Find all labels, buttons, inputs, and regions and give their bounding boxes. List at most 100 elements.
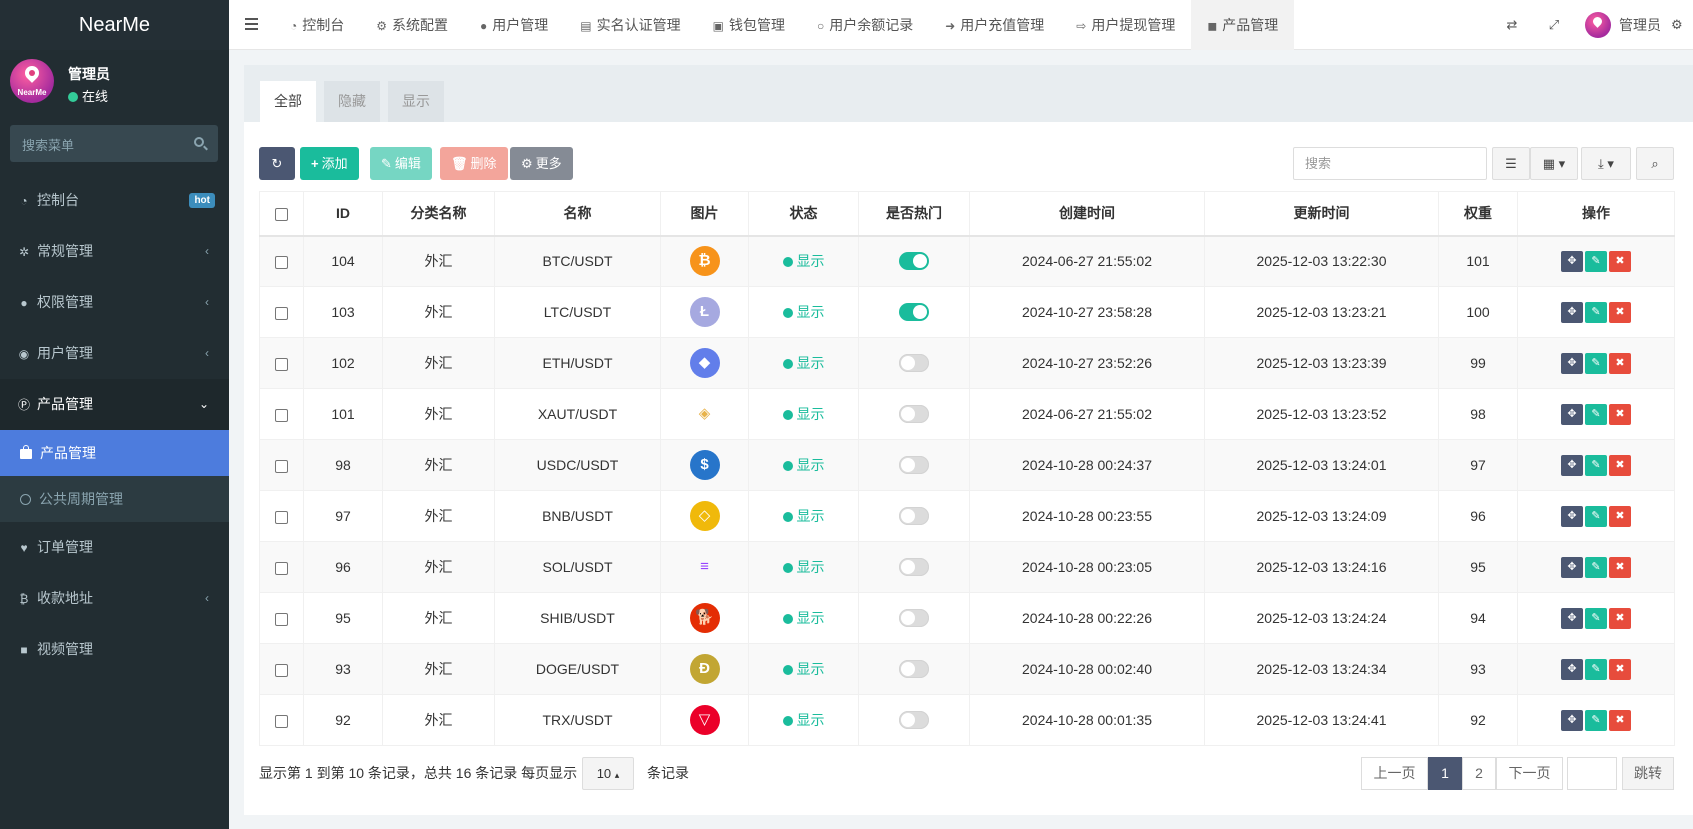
submenu-item-product-management[interactable]: 产品管理 xyxy=(0,430,229,476)
column-header[interactable]: 图片 xyxy=(660,191,749,237)
sidebar-item-videos[interactable]: ■ 视频管理 xyxy=(0,624,229,675)
row-checkbox[interactable] xyxy=(275,357,288,371)
next-page-button[interactable]: 下一页 xyxy=(1496,757,1563,790)
app-logo[interactable]: NearMe xyxy=(0,0,229,50)
column-header[interactable]: 状态 xyxy=(748,191,859,237)
columns-button[interactable]: ▦ ▾ xyxy=(1530,147,1578,180)
sidebar-item-addresses[interactable]: ₿ 收款地址 ‹ xyxy=(0,573,229,624)
column-header[interactable]: 创建时间 xyxy=(969,191,1205,237)
row-delete-button[interactable]: ✖ xyxy=(1609,658,1631,680)
table-row[interactable]: 93 外汇 DOGE/USDT Ð 显示 2024-10-28 00:02:40 2025-… xyxy=(259,643,1675,695)
row-delete-button[interactable]: ✖ xyxy=(1609,352,1631,374)
sidebar-item-general[interactable]: ✲ 常规管理 ‹ xyxy=(0,226,229,277)
toggle-view-button[interactable]: ☰ xyxy=(1492,147,1530,180)
jump-page-input[interactable] xyxy=(1567,757,1617,790)
row-delete-button[interactable]: ✖ xyxy=(1609,454,1631,476)
status-badge[interactable]: 显示 xyxy=(782,661,825,677)
tab-users[interactable]: ● 用户管理 xyxy=(464,0,564,50)
row-edit-button[interactable]: ✎ xyxy=(1585,709,1607,731)
drag-sort-button[interactable]: ✥ xyxy=(1561,301,1583,323)
tab-products[interactable]: ◼ 产品管理 xyxy=(1191,0,1295,50)
hot-toggle[interactable] xyxy=(899,354,929,373)
more-button[interactable]: ⚙ 更多 xyxy=(510,147,573,180)
row-edit-button[interactable]: ✎ xyxy=(1585,352,1607,374)
tab-recharge[interactable]: ➜ 用户充值管理 xyxy=(929,0,1060,50)
row-checkbox[interactable] xyxy=(275,510,288,524)
hot-toggle[interactable] xyxy=(899,303,929,322)
drag-sort-button[interactable]: ✥ xyxy=(1561,658,1583,680)
select-all-checkbox[interactable] xyxy=(275,208,288,222)
row-edit-button[interactable]: ✎ xyxy=(1585,454,1607,476)
hot-toggle[interactable] xyxy=(899,456,929,475)
bnb-coin-icon[interactable]: ◇ xyxy=(689,501,720,531)
status-badge[interactable]: 显示 xyxy=(782,508,825,524)
row-delete-button[interactable]: ✖ xyxy=(1609,607,1631,629)
row-edit-button[interactable]: ✎ xyxy=(1585,607,1607,629)
sidebar-item-dashboard[interactable]: ◔ 控制台 hot xyxy=(0,175,229,226)
drag-sort-button[interactable]: ✥ xyxy=(1561,505,1583,527)
sidebar-search-input[interactable]: 搜索菜单 xyxy=(10,125,218,162)
status-badge[interactable]: 显示 xyxy=(782,712,825,728)
status-badge[interactable]: 显示 xyxy=(782,406,825,422)
prev-page-button[interactable]: 上一页 xyxy=(1361,757,1428,790)
row-edit-button[interactable]: ✎ xyxy=(1585,658,1607,680)
hot-toggle[interactable] xyxy=(899,405,929,424)
column-header[interactable]: 分类名称 xyxy=(382,191,495,237)
sidebar-item-orders[interactable]: ♥ 订单管理 xyxy=(0,522,229,573)
tab-dashboard[interactable]: ◔ 控制台 xyxy=(274,0,360,50)
search-button[interactable]: ⌕ xyxy=(1636,147,1674,180)
row-edit-button[interactable]: ✎ xyxy=(1585,301,1607,323)
row-checkbox[interactable] xyxy=(275,459,288,473)
status-badge[interactable]: 显示 xyxy=(782,457,825,473)
status-badge[interactable]: 显示 xyxy=(782,304,825,320)
menu-toggle-icon[interactable] xyxy=(245,18,258,20)
tab-verification[interactable]: ▤ 实名认证管理 xyxy=(564,0,696,50)
row-checkbox[interactable] xyxy=(275,306,288,320)
tab-withdraw[interactable]: ⇨ 用户提现管理 xyxy=(1060,0,1191,50)
hot-toggle[interactable] xyxy=(899,507,929,526)
btc-coin-icon[interactable]: ₿ xyxy=(689,246,720,277)
page-size-select[interactable]: 10 ▴ xyxy=(582,757,634,790)
status-badge[interactable]: 显示 xyxy=(782,559,825,575)
table-row[interactable]: 98 外汇 USDC/USDT $ 显示 2024-10-28 00:24:37 2025-… xyxy=(259,439,1675,491)
hot-toggle[interactable] xyxy=(899,660,929,679)
row-delete-button[interactable]: ✖ xyxy=(1609,556,1631,578)
drag-sort-button[interactable]: ✥ xyxy=(1561,454,1583,476)
sidebar-item-permissions[interactable]: ● 权限管理 ‹ xyxy=(0,277,229,328)
drag-sort-button[interactable]: ✥ xyxy=(1561,556,1583,578)
translate-icon[interactable]: ⇄ xyxy=(1491,17,1533,33)
drag-sort-button[interactable]: ✥ xyxy=(1561,352,1583,374)
admin-menu[interactable]: 管理员 xyxy=(1575,12,1671,38)
row-delete-button[interactable]: ✖ xyxy=(1609,505,1631,527)
xaut-coin-icon[interactable]: ◈ xyxy=(690,399,720,429)
status-badge[interactable]: 显示 xyxy=(782,253,825,269)
page-2-button[interactable]: 2 xyxy=(1462,757,1496,790)
drag-sort-button[interactable]: ✥ xyxy=(1561,607,1583,629)
tab-system-config[interactable]: ⚙ 系统配置 xyxy=(360,0,464,50)
column-header[interactable]: ID xyxy=(303,191,383,237)
table-row[interactable]: 96 外汇 SOL/USDT ≡ 显示 2024-10-28 00:23:05 2025-1… xyxy=(259,541,1675,593)
drag-sort-button[interactable]: ✥ xyxy=(1561,250,1583,272)
trx-coin-icon[interactable]: ▽ xyxy=(689,705,720,735)
row-delete-button[interactable]: ✖ xyxy=(1609,709,1631,731)
submenu-item-cycle-management[interactable]: 公共周期管理 xyxy=(0,476,229,522)
settings-icon[interactable]: ⚙ xyxy=(1671,17,1693,33)
eth-coin-icon[interactable]: ◆ xyxy=(689,348,720,378)
page-1-button[interactable]: 1 xyxy=(1428,757,1462,790)
table-search-input[interactable]: 搜索 xyxy=(1293,147,1487,180)
table-row[interactable]: 92 外汇 TRX/USDT ▽ 显示 2024-10-28 00:01:35 2025-1… xyxy=(259,694,1675,746)
table-row[interactable]: 97 外汇 BNB/USDT ◇ 显示 2024-10-28 00:23:55 2025-1… xyxy=(259,490,1675,542)
sidebar-item-users[interactable]: ◉ 用户管理 ‹ xyxy=(0,328,229,379)
search-icon[interactable] xyxy=(194,137,204,147)
table-row[interactable]: 103 外汇 LTC/USDT Ł 显示 2024-10-27 23:58:28 2025-… xyxy=(259,286,1675,338)
row-checkbox[interactable] xyxy=(275,663,288,677)
column-header[interactable]: 是否热门 xyxy=(858,191,970,237)
jump-button[interactable]: 跳转 xyxy=(1622,757,1674,790)
column-header[interactable]: 权重 xyxy=(1438,191,1518,237)
tab-shown[interactable]: 显示 xyxy=(388,81,444,122)
export-button[interactable]: ⤓ ▾ xyxy=(1581,147,1631,180)
sidebar-item-products[interactable]: Ⓟ 产品管理 ⌄ xyxy=(0,379,229,430)
edit-button[interactable]: ✎ 编辑 xyxy=(370,147,432,180)
delete-button[interactable]: 🗑 删除 xyxy=(440,147,508,180)
row-checkbox[interactable] xyxy=(275,256,288,270)
